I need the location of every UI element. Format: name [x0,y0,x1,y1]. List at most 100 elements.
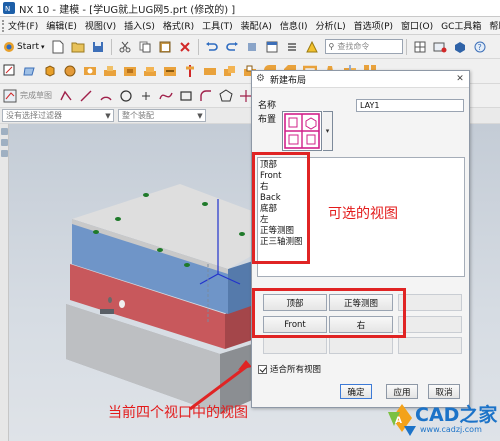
arc-icon[interactable] [97,87,115,105]
save-icon[interactable] [89,38,107,56]
dialog-title: 新建布局 [270,75,307,86]
start-icon [3,41,15,53]
ok-button[interactable]: 确定 [340,384,372,399]
start-button[interactable]: Start ▾ [0,38,48,56]
new-file-icon[interactable] [49,38,67,56]
pad-icon[interactable] [141,62,159,80]
menu-insert[interactable]: 插入(S) [120,19,159,32]
undo-icon[interactable] [203,38,221,56]
slot-icon[interactable] [161,62,179,80]
copy-icon[interactable] [136,38,154,56]
toolbar-separator [197,38,199,55]
history-icon[interactable] [1,139,8,146]
finish-sketch-label[interactable]: 完成草图 [20,90,52,101]
sketch-icon[interactable] [1,62,19,80]
display-mode-icon[interactable] [451,38,469,56]
toolbar-separator [110,38,112,55]
hole-icon[interactable] [81,62,99,80]
selectable-views-note: 可选的视图 [328,206,398,222]
svg-text:A: A [395,416,402,426]
watermark-url: www.cadzj.com [420,425,482,434]
line-icon[interactable] [77,87,95,105]
fit-all-views-label: 适合所有视图 [270,365,322,375]
menu-bar: 文件(F) 编辑(E) 视图(V) 插入(S) 格式(R) 工具(T) 装配(A… [0,17,500,35]
redo-icon[interactable] [223,38,241,56]
menu-tools[interactable]: 工具(T) [198,19,237,32]
selection-scope-select[interactable]: 整个装配 ▼ [118,109,206,122]
layout-arrangement-picker[interactable] [282,111,322,151]
layout-label: 布置 [258,115,277,125]
rectangle-icon[interactable] [177,87,195,105]
viewport-empty-slot [329,337,393,354]
menu-view[interactable]: 视图(V) [81,19,120,32]
point-icon[interactable] [137,87,155,105]
fit-all-views-checkbox[interactable] [258,364,267,374]
datum-plane-icon[interactable] [21,62,39,80]
dialog-title-bar: ⚙ 新建布局 [252,71,469,88]
layer-settings-icon[interactable] [431,38,449,56]
viewport-empty-slot [263,337,327,354]
menu-analysis[interactable]: 分析(L) [312,19,350,32]
delete-icon[interactable] [176,38,194,56]
menu-preferences[interactable]: 首选项(P) [350,19,397,32]
pocket-icon[interactable] [121,62,139,80]
menu-file[interactable]: 文件(F) [4,19,42,32]
roles-icon[interactable] [1,150,8,157]
spline-icon[interactable] [157,87,175,105]
current-viewports-highlight [252,288,406,338]
navigator-icon[interactable] [1,128,8,135]
watermark-brand: CAD之家 [415,404,498,426]
type-filter-value: 没有选择过滤器 [6,111,62,120]
help-icon[interactable]: ? [471,38,489,56]
fillet-icon[interactable] [197,87,215,105]
extrude-icon[interactable] [41,62,59,80]
four-view-layout-icon [284,113,320,149]
profile-icon[interactable] [57,87,75,105]
reorder-icon[interactable] [283,38,301,56]
toolbar-separator [405,38,407,55]
viewport-empty-slot [398,316,462,333]
gear-icon: ⚙ [256,73,265,84]
boss-icon[interactable] [101,62,119,80]
cut-icon[interactable] [116,38,134,56]
menu-window[interactable]: 窗口(O) [397,19,437,32]
menu-edit[interactable]: 编辑(E) [42,19,81,32]
hole-marker [157,248,163,252]
thread-icon[interactable] [201,62,219,80]
title-bar: N NX 10 - 建模 - [学UG就上UG网5.prt (修改的) ] [0,0,500,17]
standard-toolbar: Start ▾ ⚲ 查找命令 ? [0,35,500,59]
window-icon[interactable] [263,38,281,56]
menu-assembly[interactable]: 装配(A) [237,19,276,32]
svg-text:N: N [5,5,10,13]
hole-marker [239,232,245,236]
window-arrange-icon[interactable] [411,38,429,56]
menu-help[interactable]: 帮助(H) [485,19,500,32]
sketch-task-icon[interactable] [1,87,19,105]
revolve-icon[interactable] [61,62,79,80]
fit-all-views-option[interactable]: 适合所有视图 [258,363,321,375]
menu-gc-toolkit[interactable]: GC工具箱 [437,19,485,32]
menu-format[interactable]: 格式(R) [159,19,198,32]
start-label: Start [17,41,39,52]
chevron-down-icon[interactable]: ▾ [323,111,333,151]
close-icon[interactable]: ✕ [454,73,466,85]
chevron-down-icon: ▾ [41,42,45,51]
search-icon: ⚲ [328,42,335,51]
layout-name-input[interactable]: LAY1 [356,99,464,112]
groove-icon[interactable] [181,62,199,80]
unite-icon[interactable] [221,62,239,80]
warning-icon[interactable] [303,38,321,56]
chevron-down-icon: ▼ [197,111,203,120]
hole-marker [115,217,121,221]
polygon-icon[interactable] [217,87,235,105]
type-filter-select[interactable]: 没有选择过滤器 ▼ [2,109,114,122]
current-viewports-note: 当前四个视口中的视图 [108,405,248,421]
command-search-input[interactable]: ⚲ 查找命令 [324,39,403,54]
paste-icon[interactable] [156,38,174,56]
circle-icon[interactable] [117,87,135,105]
open-folder-icon[interactable] [69,38,87,56]
hole-marker [93,230,99,234]
repeat-command-icon[interactable] [243,38,261,56]
menu-information[interactable]: 信息(I) [276,19,312,32]
viewport-empty-slot [398,294,462,311]
